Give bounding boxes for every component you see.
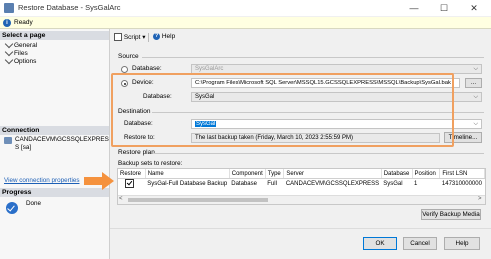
server-icon (4, 137, 12, 144)
progress-status: Done (26, 200, 42, 207)
verify-backup-media-button[interactable]: Verify Backup Media (421, 209, 481, 220)
help-button[interactable]: ? Help (153, 33, 175, 40)
toolbar-separator (148, 33, 149, 42)
column-header[interactable]: Database (381, 169, 413, 179)
done-check-icon (6, 202, 18, 214)
connection-server: CANDACEVM\GCSSQLEXPRES S [sa] (15, 136, 109, 151)
horizontal-scrollbar[interactable]: < > (118, 195, 485, 204)
view-connection-properties-link[interactable]: View connection properties (4, 177, 80, 184)
database-radio-label: Database: (132, 65, 162, 72)
footer-divider (110, 228, 491, 229)
column-header[interactable]: Type (265, 169, 285, 179)
page-options[interactable]: Options (4, 55, 36, 65)
maximize-button[interactable]: ☐ (436, 2, 452, 14)
backup-sets-table: Restore Name Component Type Server Datab… (118, 169, 485, 188)
script-icon (114, 33, 122, 42)
status-text: Ready (14, 18, 33, 26)
restore-plan-divider (154, 153, 484, 154)
script-button[interactable]: Script ▾ (114, 33, 146, 42)
scroll-right-icon[interactable]: > (478, 196, 482, 202)
restore-checkbox-cell[interactable] (118, 179, 145, 188)
source-divider (142, 57, 484, 58)
cancel-button[interactable]: Cancel (403, 237, 437, 250)
table-cell: SysGal (383, 180, 403, 187)
close-button[interactable]: ✕ (466, 2, 482, 14)
restore-checkbox[interactable] (125, 179, 134, 188)
table-cell: 1 (414, 180, 418, 187)
left-pane: Select a page General Files Options Conn… (0, 29, 110, 259)
backup-sets-grid: Restore Name Component Type Server Datab… (117, 168, 486, 205)
page-general[interactable]: General (4, 39, 37, 49)
scroll-left-icon[interactable]: < (119, 196, 123, 202)
connection-header: Connection (0, 126, 109, 135)
status-bar: i Ready (0, 17, 491, 29)
table-cell: SysGal-Full Database Backup (147, 180, 228, 187)
annotation-highlight-box (111, 73, 454, 147)
select-page-header: Select a page (0, 31, 109, 40)
table-cell: CANDACEVM\GCSSQLEXPRESS (285, 180, 380, 187)
browse-button[interactable]: ... (465, 78, 482, 88)
table-row[interactable]: SysGal-Full Database Backup Database Ful… (118, 179, 485, 188)
footer-help-button[interactable]: Help (444, 237, 480, 250)
column-header[interactable]: Component (229, 169, 266, 179)
table-cell: Full (267, 180, 277, 187)
ok-button[interactable]: OK (363, 237, 397, 250)
column-header[interactable]: Restore (118, 169, 146, 179)
column-header[interactable]: First LSN (439, 169, 485, 179)
column-header[interactable]: Server (283, 169, 382, 179)
scrollbar-thumb[interactable] (128, 198, 268, 202)
help-icon: ? (153, 33, 160, 40)
title-bar: Restore Database - SysGalArc — ☐ ✕ (0, 0, 491, 16)
annotation-arrow-icon (84, 172, 114, 190)
window-title: Restore Database - SysGalArc (18, 3, 121, 12)
column-header[interactable]: Position (412, 169, 441, 179)
info-icon: i (3, 18, 11, 27)
restore-plan-label: Restore plan (118, 149, 155, 156)
table-cell: Database (231, 180, 257, 187)
table-cell: 147310000000 (441, 180, 482, 187)
backup-sets-label: Backup sets to restore: (118, 160, 183, 167)
column-header[interactable]: Name (145, 169, 230, 179)
minimize-button[interactable]: — (406, 2, 422, 14)
app-icon (4, 3, 14, 13)
database-radio[interactable] (121, 66, 128, 73)
wrench-icon (4, 55, 14, 65)
source-label: Source (118, 53, 139, 60)
table-header-row: Restore Name Component Type Server Datab… (118, 169, 485, 179)
